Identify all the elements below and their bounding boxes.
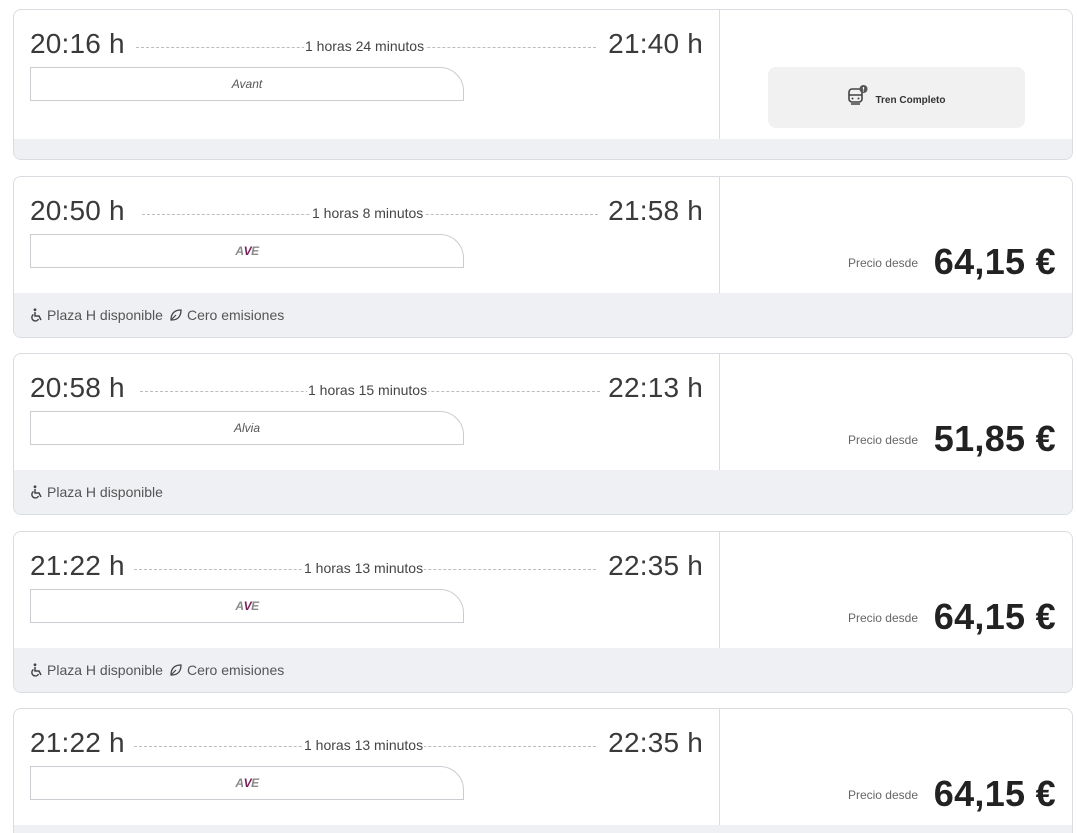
trip-features: Plaza H disponible Cero emisiones [14,648,1072,692]
feature-eco: Cero emisiones [169,307,284,323]
feature-label: Plaza H disponible [47,484,163,500]
train-full-label: Tren Completo [875,95,946,106]
duration-text: 1 horas 8 minutos [311,205,425,221]
departure-time: 20:50 h [30,195,125,226]
trip-schedule: 20:58 h 1 horas 15 minutos 22:13 h Alvia [14,354,719,470]
price-value: 51,85 € [933,418,1056,459]
duration-text: 1 horas 15 minutos [307,382,429,398]
departure-time: 20:16 h [30,28,125,59]
trip-features: Plaza H disponible [14,470,1072,514]
duration-text: 1 horas 13 minutos [303,560,425,576]
trip-price-panel[interactable]: Precio desde 64,15 € [719,532,1072,648]
trip-schedule: 21:22 h 1 horas 13 minutos 22:35 h AVE [14,709,719,825]
leaf-icon [170,664,182,676]
train-type-label: Avant [231,77,263,91]
trip-features: Plaza H disponible Cero emisiones [14,293,1072,337]
trip-features [14,139,1072,159]
price-label: Precio desde [847,256,918,270]
price-label: Precio desde [847,611,918,625]
feature-label: Plaza H disponible [47,662,163,678]
arrival-time: 22:35 h [608,727,703,758]
wheelchair-icon [31,308,42,322]
train-full-status: Tren Completo [768,67,1025,128]
trip-schedule: 20:16 h 1 horas 24 minutos 21:40 h Avant [14,10,719,139]
train-type-box: Avant [30,67,464,101]
arrival-time: 22:13 h [608,372,703,403]
trip-schedule: 21:22 h 1 horas 13 minutos 22:35 h AVE [14,532,719,648]
departure-time: 21:22 h [30,727,125,758]
trip-card[interactable]: 21:22 h 1 horas 13 minutos 22:35 h AVE P… [13,708,1073,833]
ave-logo: AVE [235,599,259,613]
feature-eco: Cero emisiones [169,662,284,678]
train-type-box: Alvia [30,411,464,445]
ave-logo: AVE [235,244,259,258]
feature-accessible: Plaza H disponible [30,307,163,323]
feature-accessible: Plaza H disponible [30,484,163,500]
wheelchair-icon [31,663,42,677]
price-value: 64,15 € [933,241,1056,282]
feature-accessible: Plaza H disponible [30,662,163,678]
trip-price-panel[interactable]: Precio desde 64,15 € [719,177,1072,293]
leaf-icon [170,309,182,321]
departure-time: 20:58 h [30,372,125,403]
trip-card[interactable]: 20:58 h 1 horas 15 minutos 22:13 h Alvia… [13,353,1073,515]
trip-price-panel[interactable]: Precio desde 64,15 € [719,709,1072,825]
train-type-box: AVE [30,766,464,800]
ave-logo: AVE [235,776,259,790]
feature-label: Cero emisiones [186,662,285,678]
wheelchair-icon [31,485,42,499]
price-label: Precio desde [847,433,918,447]
price-label: Precio desde [847,788,918,802]
duration-text: 1 horas 13 minutos [303,737,425,753]
train-type-box: AVE [30,234,464,268]
feature-label: Cero emisiones [186,307,285,323]
train-type-label: Alvia [233,421,260,435]
arrival-time: 22:35 h [608,550,703,581]
price-value: 64,15 € [933,773,1056,814]
trip-features [14,825,1072,833]
trip-schedule: 20:50 h 1 horas 8 minutos 21:58 h AVE [14,177,719,293]
trip-price-panel[interactable]: Precio desde 51,85 € [719,354,1072,470]
trip-card[interactable]: 21:22 h 1 horas 13 minutos 22:35 h AVE P… [13,531,1073,693]
duration-text: 1 horas 24 minutos [304,38,426,54]
arrival-time: 21:58 h [608,195,703,226]
feature-label: Plaza H disponible [47,307,163,323]
trip-card[interactable]: 20:50 h 1 horas 8 minutos 21:58 h AVE Pr… [13,176,1073,338]
arrival-time: 21:40 h [608,28,703,59]
departure-time: 21:22 h [30,550,125,581]
train-alert-icon [847,84,869,111]
train-type-box: AVE [30,589,464,623]
trip-card[interactable]: 20:16 h 1 horas 24 minutos 21:40 h Avant [13,9,1073,160]
trip-price-panel: Tren Completo [719,10,1072,139]
price-value: 64,15 € [933,596,1056,637]
